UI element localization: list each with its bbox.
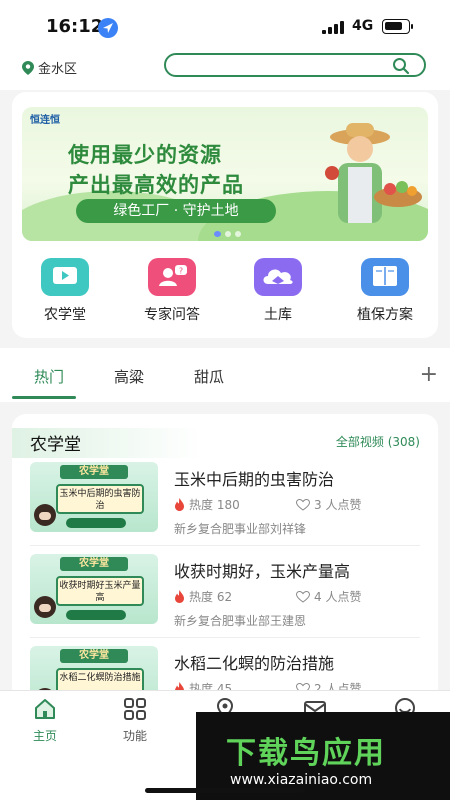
video-author: 新乡复合肥事业部刘祥锋 [174, 522, 307, 536]
watermark-url: www.xiazainiao.com [230, 772, 373, 788]
map-pin-icon [22, 60, 34, 75]
video-list-card: 农学堂 全部视频 (308) 农学堂 玉米中后期的虫害防治 玉米中后期的虫害防治… [12, 414, 438, 714]
grid-icon [123, 697, 147, 721]
quick-action-label: 农学堂 [44, 307, 86, 323]
brand-logo: 恒连恒 [30, 115, 60, 126]
banner-slogan: 绿色工厂 · 守护土地 [76, 199, 276, 223]
mascot-icon [34, 504, 56, 526]
cloud-soil-icon [254, 258, 302, 296]
like-button[interactable]: 4 人点赞 [296, 588, 361, 605]
video-author: 新乡复合肥事业部王建恩 [174, 614, 307, 628]
quick-action-expert-qa[interactable]: ? 专家问答 [127, 258, 217, 324]
svg-text:?: ? [179, 267, 183, 276]
network-type: 4G [352, 18, 374, 34]
video-title: 玉米中后期的虫害防治 [174, 470, 335, 489]
signal-icon [322, 21, 344, 34]
location-arrow-icon [98, 18, 118, 38]
video-title: 收获时期好，玉米产量高 [174, 562, 351, 581]
tab-melon[interactable]: 甜瓜 [194, 366, 224, 387]
quick-action-label: 土库 [264, 307, 292, 323]
heart-icon [296, 498, 310, 511]
video-title: 水稻二化螟的防治措施 [174, 654, 335, 673]
like-button[interactable]: 3 人点赞 [296, 496, 361, 513]
tab-hot[interactable]: 热门 [34, 366, 64, 387]
video-thumbnail[interactable]: 农学堂 收获时期好玉米产量高 [30, 554, 158, 624]
video-play-icon [41, 258, 89, 296]
farmer-illustration [325, 123, 422, 223]
quick-action-plant-protection[interactable]: 植保方案 [340, 258, 430, 324]
nav-features[interactable]: 功能 [100, 697, 170, 744]
category-tabs: 热门 高粱 甜瓜 + [0, 348, 450, 402]
tab-sorghum[interactable]: 高粱 [114, 366, 144, 387]
book-icon [361, 258, 409, 296]
video-list-item[interactable]: 农学堂 收获时期好玉米产量高 收获时期好，玉米产量高 热度 62 4 人点赞 新… [12, 554, 438, 644]
mascot-icon [34, 596, 56, 618]
home-icon [33, 697, 57, 721]
heat-count: 热度 62 [174, 588, 232, 605]
quick-action-label: 专家问答 [144, 307, 200, 323]
top-bar: 金水区 [0, 52, 450, 90]
promo-banner[interactable]: 恒连恒 使用最少的资源 产出最高效的产品 绿色工厂 · 守护土地 [22, 107, 428, 241]
quick-action-label: 植保方案 [357, 307, 413, 323]
active-tab-indicator [12, 396, 76, 399]
heart-icon [296, 590, 310, 603]
view-all-videos-link[interactable]: 全部视频 (308) [336, 433, 420, 450]
banner-headline-2: 产出最高效的产品 [68, 173, 244, 197]
nav-label: 主页 [32, 729, 57, 743]
watermark-overlay: 下载鸟应用 www.xiazainiao.com [196, 712, 450, 800]
flame-icon [175, 498, 184, 511]
banner-pagination[interactable] [214, 231, 241, 237]
quick-action-nongxuetang[interactable]: 农学堂 [20, 258, 110, 324]
location-label: 金水区 [38, 62, 78, 77]
expert-chat-icon: ? [148, 258, 196, 296]
nav-label: 功能 [122, 729, 147, 743]
watermark-title: 下载鸟应用 [226, 736, 386, 771]
location-selector[interactable]: 金水区 [22, 58, 77, 77]
video-thumbnail[interactable]: 农学堂 玉米中后期的虫害防治 [30, 462, 158, 532]
add-tab-icon[interactable]: + [420, 362, 438, 387]
section-title: 农学堂 [30, 435, 81, 455]
search-input[interactable] [164, 53, 426, 77]
flame-icon [175, 590, 184, 603]
quick-action-soil-library[interactable]: 土库 [233, 258, 323, 324]
battery-icon [382, 19, 413, 34]
status-bar: 16:12 4G [0, 0, 450, 52]
video-list-item[interactable]: 农学堂 玉米中后期的虫害防治 玉米中后期的虫害防治 热度 180 3 人点赞 新… [12, 462, 438, 552]
banner-headline-1: 使用最少的资源 [68, 143, 222, 167]
nav-home[interactable]: 主页 [10, 697, 80, 744]
search-icon[interactable] [392, 57, 410, 75]
status-time: 16:12 [46, 16, 104, 37]
heat-count: 热度 180 [174, 496, 240, 513]
home-indicator[interactable] [145, 788, 305, 793]
